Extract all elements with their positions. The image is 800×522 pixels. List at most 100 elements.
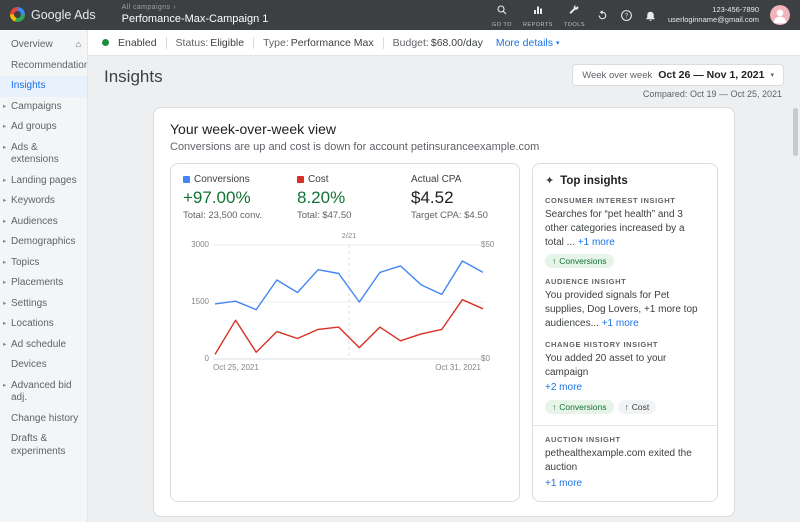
enabled-status-dot [102,39,109,46]
tools-label: TOOLS [563,21,585,28]
sidebar-item-change-history[interactable]: Change history [0,409,87,430]
chevron-right-icon: ▸ [3,340,7,348]
insight-section-audience-insight: AUDIENCE INSIGHT You provided signals for… [545,277,705,330]
sidebar-item-demographics[interactable]: ▸ Demographics [0,232,87,253]
breadcrumb-all-campaigns[interactable]: All campaigns [122,4,171,12]
status-label: Status: [175,36,209,49]
more-link[interactable]: +1 more [578,237,615,248]
type-field: Type: Performance Max [263,37,374,49]
insight-label: CHANGE HISTORY INSIGHT [545,339,659,349]
reports-icon [532,3,544,21]
metric-chip-conversions[interactable]: ↑ Conversions [545,400,614,415]
chip-label: Conversions [559,256,607,267]
caret-spacer [3,359,11,361]
reports-label: REPORTS [522,21,553,28]
home-icon: ⌂ [75,39,81,49]
avatar[interactable] [770,5,790,25]
metric-total: Total: 23,500 conv. [183,210,263,221]
sidebar-item-advanced-bid-adj[interactable]: ▸ Advanced bid adj. [0,376,87,409]
divider [533,425,717,427]
sidebar-item-insights[interactable]: Insights [0,76,87,97]
more-link[interactable]: +2 more [545,381,705,395]
arrow-up-icon: ↑ [552,256,557,267]
metric-chip-conversions[interactable]: ↑ Conversions [545,254,614,269]
goto-label: GO TO [491,21,512,28]
sidebar-item-campaigns[interactable]: ▸ Campaigns [0,97,87,118]
insight-section-consumer-interest-insight: CONSUMER INTEREST INSIGHT Searches for “p… [545,196,705,269]
chevron-right-icon: ▸ [3,123,7,130]
line-chart [213,244,485,360]
insight-text: Searches for “pet health” and 3 other ca… [545,208,705,249]
metric-name: Cost [308,174,329,185]
insight-label: CONSUMER INTEREST INSIGHT [545,196,676,205]
metric-header: Conversions [183,174,269,185]
caret-spacer [3,60,11,62]
sidebar-item-ad-schedule[interactable]: ▸ Ad schedule [0,335,87,356]
campaign-breadcrumb[interactable]: All campaigns › Perfomance-Max-Campaign … [122,4,269,26]
conversions-cost-chart: 2/21 3000 1500 0 $50 $0 Oct 25, 2021 Oct… [183,231,507,375]
y-axis-tick: 1500 [191,297,209,306]
refresh-button[interactable] [596,9,609,22]
sidebar-item-keywords[interactable]: ▸ Keywords [0,191,87,212]
chevron-right-icon: ▸ [3,320,7,327]
goto-search-button[interactable]: GO TO [492,3,512,28]
sidebar-item-ad-groups[interactable]: ▸ Ad groups [0,117,87,138]
sidebar-item-label: Audiences [11,215,58,227]
legend-swatch [183,176,190,183]
sidebar-item-overview[interactable]: Overview ⌂ [0,35,87,56]
insight-label: AUDIENCE INSIGHT [545,277,627,287]
tools-button[interactable]: TOOLS [564,3,585,28]
sidebar-item-topics[interactable]: ▸ Topics [0,253,87,274]
metric-total: Total: $47.50 [297,210,352,221]
page-title: Insights [104,67,163,86]
insight-section-change-history-insight: CHANGE HISTORY INSIGHT You added 20 asset… [545,339,705,415]
chevron-right-icon: ▸ [3,381,7,389]
more-link[interactable]: +1 more [545,477,705,491]
top-insights-sections: CONSUMER INTEREST INSIGHT Searches for “p… [533,196,717,491]
sidebar-item-settings[interactable]: ▸ Settings [0,294,87,315]
sidebar-item-devices[interactable]: Devices [0,355,87,376]
account-info[interactable]: 123-456-7890 userloginname@gmail.com [668,5,759,25]
page-header: Insights Week over week Oct 26 — Nov 1, … [88,56,800,101]
more-link[interactable]: +1 more [602,318,639,329]
metrics-row: Conversions +97.00% Total: 23,500 conv. Cos… [183,174,507,221]
legend-swatch [297,176,304,183]
card-body-row: Conversions +97.00% Total: 23,500 conv. Cos… [170,163,718,502]
metrics-chart-panel: Conversions +97.00% Total: 23,500 conv. Cos… [170,163,520,502]
sidebar-item-audiences[interactable]: ▸ Audiences [0,212,87,233]
sidebar-nav: Overview ⌂ Recommendations Insights ▸ Campaig… [0,30,88,522]
more-details-label: More details [495,36,554,49]
chevron-right-icon: ▸ [3,279,7,286]
range-mode-label: Week over week [582,69,653,81]
metric-chip-cost[interactable]: ↑ Cost [617,400,657,415]
week-over-week-card: Your week-over-week view Conversions are… [153,107,735,517]
sidebar-item-landing-pages[interactable]: ▸ Landing pages [0,171,87,192]
enabled-status[interactable]: Enabled [118,37,157,49]
sidebar-item-label: Change history [11,412,79,424]
sidebar-item-label: Locations [11,318,54,329]
date-range-area: Week over week Oct 26 — Nov 1, 2021 ▾ Co… [572,64,784,99]
arrow-up-icon: ↑ [624,402,629,413]
sidebar-item-placements[interactable]: ▸ Placements [0,273,87,294]
help-button[interactable]: ? [620,9,633,22]
scrollbar-thumb[interactable] [793,108,798,156]
reports-button[interactable]: REPORTS [523,3,553,28]
sidebar-item-label: Insights [11,80,46,91]
sidebar-item-label: Keywords [11,195,55,206]
more-details-link[interactable]: More details ▾ [496,37,560,49]
sidebar-item-recommendations[interactable]: Recommendations [0,56,87,77]
sidebar-item-ads-extensions[interactable]: ▸ Ads & extensions [0,138,87,171]
metric-value: 8.20% [297,188,346,207]
insight-chips: ↑ Conversions [545,254,705,269]
date-range-selector[interactable]: Week over week Oct 26 — Nov 1, 2021 ▾ [572,64,784,86]
notifications-bell-button[interactable] [644,9,657,22]
google-logo-icon [10,7,25,23]
sidebar-item-drafts-experiments[interactable]: Drafts & experiments [0,429,87,462]
sidebar-item-locations[interactable]: ▸ Locations [0,314,87,335]
insight-chips: ↑ Conversions ↑ Cost [545,400,705,415]
status-field: Status: Eligible [176,37,245,49]
chevron-right-icon: ▸ [3,258,7,266]
budget-label: Budget: [392,36,429,49]
top-app-bar: Google Ads All campaigns › Perfomance-Ma… [0,0,800,30]
divider [253,36,255,49]
